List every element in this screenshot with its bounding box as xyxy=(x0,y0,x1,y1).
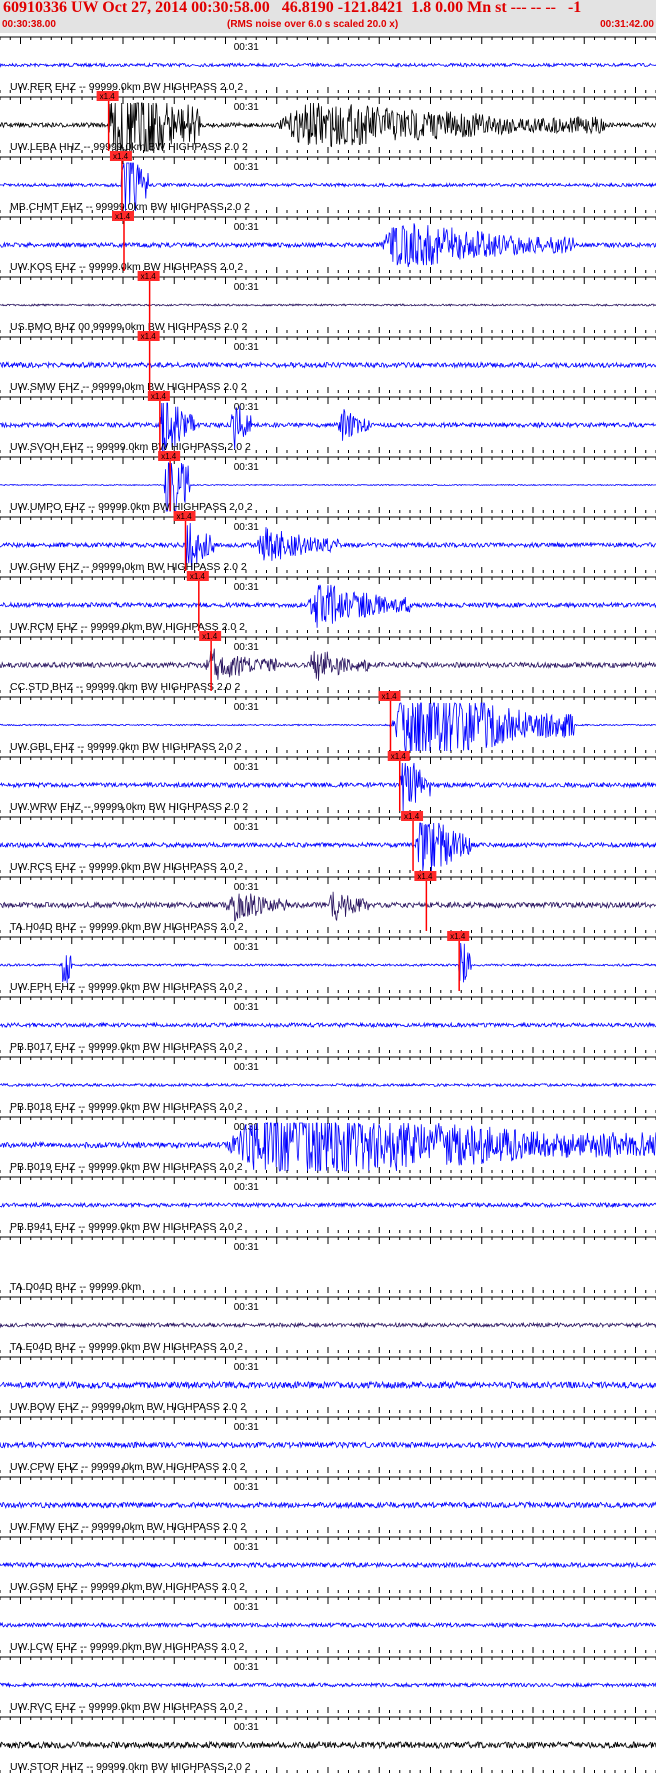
waveform xyxy=(0,61,656,69)
pick-label: x1.4 xyxy=(450,932,466,941)
tick-label: 00:31 xyxy=(234,942,259,953)
waveform xyxy=(0,1380,656,1390)
station-label: UW.CPW EHZ -- 99999.0km BW HIGHPASS 2.0 … xyxy=(10,1461,246,1473)
station-label: UW.RER EHZ -- 99999.0km BW HIGHPASS 2.0 … xyxy=(10,81,243,93)
tick-label: 00:31 xyxy=(234,1542,259,1553)
station-label: UW.SMW EHZ -- 99999.0km BW HIGHPASS 2.0 … xyxy=(10,381,247,393)
pick-label: x1.4 xyxy=(404,812,420,821)
tick-label: 00:31 xyxy=(234,1062,259,1073)
station-label: TA.H04D BHZ -- 99999.0km BW HIGHPASS 2.0… xyxy=(10,921,244,933)
station-label: UW.SVOH EHZ -- 99999.0km BW HIGHPASS 2.0… xyxy=(10,441,251,453)
pick-label: x1.4 xyxy=(382,692,398,701)
station-label: PB.B017 EHZ -- 99999.0km BW HIGHPASS 2.0… xyxy=(10,1041,243,1053)
waveform xyxy=(0,1021,656,1029)
station-label: PB.B018 EHZ -- 99999.0km BW HIGHPASS 2.0… xyxy=(10,1101,243,1113)
waveform xyxy=(0,303,656,307)
waveform xyxy=(0,891,656,922)
pick-label: x1.4 xyxy=(177,512,193,521)
station-label: UW.GHW EHZ -- 99999.0km BW HIGHPASS 2.0 … xyxy=(10,561,247,573)
pick-label: x1.4 xyxy=(115,212,131,221)
station-label: US.BMO BHZ 00 99999.0km BW HIGHPASS 2.0 … xyxy=(10,321,247,333)
tick-label: 00:31 xyxy=(234,1602,259,1613)
waveform xyxy=(0,1321,656,1329)
station-label: UW.GBL EHZ -- 99999.0km BW HIGHPASS 2.0 … xyxy=(10,741,242,753)
tick-label: 00:31 xyxy=(234,1242,259,1253)
station-label: UW.FMW EHZ -- 99999.0km BW HIGHPASS 2.0 … xyxy=(10,1521,246,1533)
header-bar: 60910336 UW Oct 27, 2014 00:30:58.00 46.… xyxy=(0,0,656,33)
station-label: UW.KOS EHZ -- 99999.0km BW HIGHPASS 2.0 … xyxy=(10,261,243,273)
pick-label: x1.4 xyxy=(151,392,167,401)
tick-label: 00:31 xyxy=(234,102,259,113)
waveform xyxy=(0,1740,656,1750)
tick-label: 00:31 xyxy=(234,342,259,353)
station-label: TA.E04D BHZ -- 99999.0km BW HIGHPASS 2.0… xyxy=(10,1341,243,1353)
pick-label: x1.4 xyxy=(190,572,206,581)
pick-label: x1.4 xyxy=(161,452,177,461)
tick-label: 00:31 xyxy=(234,822,259,833)
station-label: UW.RCS EHZ -- 99999.0km BW HIGHPASS 2.0 … xyxy=(10,861,243,873)
start-time: 00:30:38.00 xyxy=(2,19,56,30)
waveform xyxy=(0,1440,656,1450)
pick-label: x1.4 xyxy=(141,272,157,281)
tick-label: 00:31 xyxy=(234,1002,259,1013)
tick-label: 00:31 xyxy=(234,282,259,293)
tick-label: 00:31 xyxy=(234,162,259,173)
tick-label: 00:31 xyxy=(234,222,259,233)
waveform xyxy=(0,1082,656,1088)
station-label: UW.STOR HHZ -- 99999.0km BW HIGHPASS 2.0… xyxy=(10,1761,251,1773)
station-label: UW.BOW EHZ -- 99999.0km BW HIGHPASS 2.0 … xyxy=(10,1401,246,1413)
pick-label: x1.4 xyxy=(417,872,433,881)
seismogram-plot: 00:31 UW.RER EHZ -- 99999.0km BW HIGHPASS… xyxy=(0,36,656,1773)
tick-label: 00:31 xyxy=(234,402,259,413)
tick-label: 00:31 xyxy=(234,1662,259,1673)
station-label: UW.UMPO EHZ -- 99999.0km BW HIGHPASS 2.0… xyxy=(10,501,253,513)
waveform xyxy=(0,1621,656,1629)
tick-label: 00:31 xyxy=(234,1422,259,1433)
station-label: UW.RVC EHZ -- 99999.0km BW HIGHPASS 2.0 … xyxy=(10,1701,243,1713)
waveform xyxy=(0,1681,656,1689)
tick-label: 00:31 xyxy=(234,42,259,53)
pick-label: x1.4 xyxy=(202,632,218,641)
waveform xyxy=(0,1561,656,1569)
tick-label: 00:31 xyxy=(234,522,259,533)
station-label: PB.B941 EHZ -- 99999.0km BW HIGHPASS 2.0… xyxy=(10,1221,243,1233)
tick-label: 00:31 xyxy=(234,882,259,893)
station-label: TA.D04D BHZ -- 99999.0km xyxy=(10,1281,141,1293)
end-time: 00:31:42.00 xyxy=(600,19,654,30)
pick-label: x1.4 xyxy=(100,92,116,101)
waveform xyxy=(0,942,656,984)
station-label: UW.LCW EHZ -- 99999.0km BW HIGHPASS 2.0 … xyxy=(10,1641,245,1653)
tick-label: 00:31 xyxy=(234,1182,259,1193)
station-label: UW.GSM EHZ -- 99999.0km BW HIGHPASS 2.0 … xyxy=(10,1581,245,1593)
pick-label: x1.4 xyxy=(391,752,407,761)
waveform xyxy=(0,1201,656,1209)
tick-label: 00:31 xyxy=(234,1302,259,1313)
tick-label: 00:31 xyxy=(234,642,259,653)
waveform xyxy=(0,1500,656,1510)
station-label: UW.WRW EHZ -- 99999.0km BW HIGHPASS 2.0 … xyxy=(10,801,248,813)
event-title: 60910336 UW Oct 27, 2014 00:30:58.00 46.… xyxy=(3,0,582,16)
tick-label: 00:31 xyxy=(234,702,259,713)
tick-label: 00:31 xyxy=(234,762,259,773)
scale-note: (RMS noise over 6.0 s scaled 20.0 x) xyxy=(227,19,399,30)
tick-label: 00:31 xyxy=(234,582,259,593)
tick-label: 00:31 xyxy=(234,462,259,473)
station-label: UW.EPH EHZ -- 99999.0km BW HIGHPASS 2.0 … xyxy=(10,981,243,993)
pick-label: x1.4 xyxy=(113,152,129,161)
waveform xyxy=(0,360,656,369)
station-label: CC.STD BHZ -- 99999.0km BW HIGHPASS 2.0 … xyxy=(10,681,240,693)
station-label: PB.B019 EHZ -- 99999.0km BW HIGHPASS 2.0… xyxy=(10,1161,243,1173)
tick-label: 00:31 xyxy=(234,1482,259,1493)
pick-label: x1.4 xyxy=(141,332,157,341)
waveform xyxy=(0,648,656,681)
tick-label: 00:31 xyxy=(234,1362,259,1373)
tick-label: 00:31 xyxy=(234,1722,259,1733)
